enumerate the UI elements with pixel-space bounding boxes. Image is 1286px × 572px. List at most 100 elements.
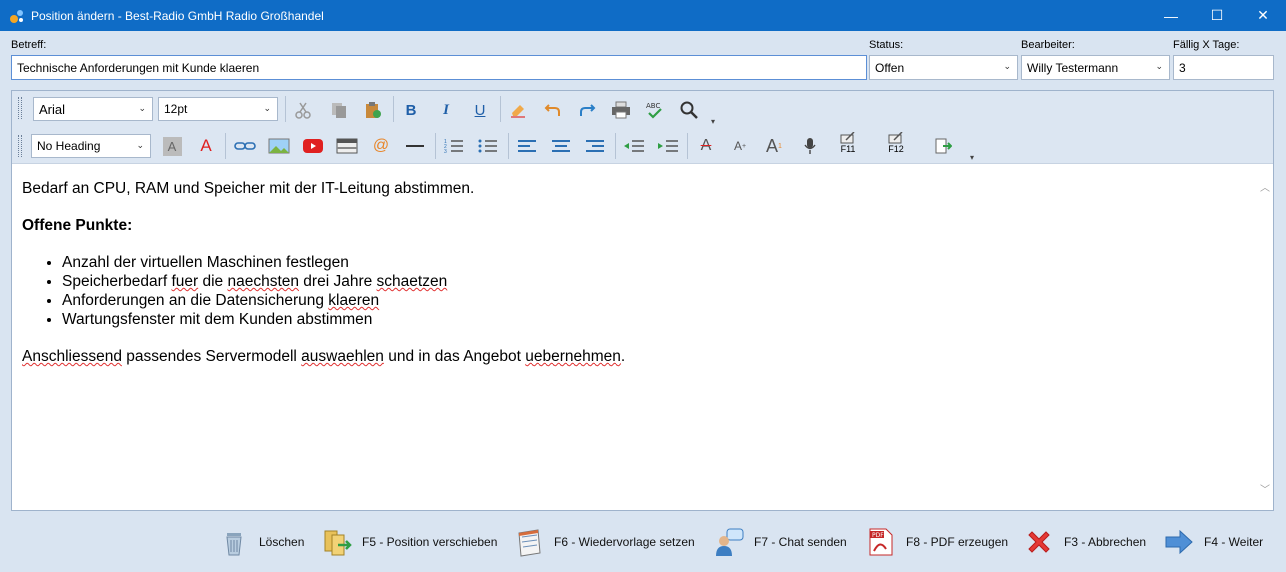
status-select[interactable]: Offen ⌄ (869, 55, 1018, 80)
due-value: 3 (1179, 61, 1186, 75)
search-icon[interactable] (677, 98, 701, 122)
paste-icon[interactable] (361, 98, 385, 122)
image-icon[interactable] (267, 134, 291, 158)
editor-value: Willy Testermann (1027, 61, 1119, 75)
highlight-color-icon: A (162, 136, 182, 156)
close-button[interactable]: ✕ (1240, 0, 1286, 31)
print-icon[interactable] (609, 98, 633, 122)
insert-icon[interactable] (931, 134, 955, 158)
resubmission-button[interactable]: F6 - Wiedervorlage setzen (514, 522, 695, 562)
toolbar-overflow-icon[interactable]: ▾ (711, 117, 715, 126)
text-run: Anforderungen an die Datensicherung (62, 292, 329, 309)
list-item: Anforderungen an die Datensicherung klae… (62, 291, 1252, 310)
f11-button[interactable]: F11 (836, 131, 860, 155)
scroll-up-icon[interactable]: ︿ (1260, 179, 1270, 194)
scroll-down-icon[interactable]: ﹀ (1260, 481, 1270, 496)
move-position-button[interactable]: F5 - Position verschieben (322, 522, 497, 562)
send-chat-button[interactable]: F7 - Chat senden (714, 522, 847, 562)
open-points-heading: Offene Punkte: (22, 217, 133, 234)
align-right-icon[interactable] (583, 134, 607, 158)
email-icon[interactable]: @ (369, 134, 393, 158)
maximize-button[interactable]: ☐ (1194, 0, 1240, 31)
chevron-down-icon: ⌄ (1003, 61, 1011, 71)
cancel-icon (1024, 527, 1054, 557)
font-name-value: Arial (39, 102, 66, 117)
minimize-button[interactable]: — (1148, 0, 1194, 31)
send-chat-label: F7 - Chat senden (754, 535, 847, 549)
text-run: . (620, 348, 626, 365)
delete-button[interactable]: Löschen (219, 522, 304, 562)
f12-button[interactable]: F12 (884, 131, 908, 155)
toolbar-separator (508, 133, 509, 159)
undo-icon[interactable] (541, 98, 565, 122)
due-label: Fällig X Tage: (1173, 39, 1240, 51)
toolbar-separator (393, 96, 394, 122)
strikethrough-button[interactable]: A (694, 134, 718, 158)
spellcheck-icon[interactable]: ABC (643, 98, 667, 122)
font-color-button[interactable]: A (194, 134, 218, 158)
toolbar-grip[interactable] (18, 97, 22, 119)
indent-icon[interactable] (655, 134, 679, 158)
chat-icon (714, 527, 744, 557)
italic-button[interactable]: I (434, 98, 458, 122)
toolbar-overflow-icon[interactable]: ▾ (970, 153, 974, 162)
calendar-icon (514, 527, 544, 557)
superscript-mark-icon: + (741, 142, 747, 150)
cancel-label: F3 - Abbrechen (1064, 535, 1147, 549)
superscript-button[interactable]: A + (728, 134, 752, 158)
heading-select[interactable]: No Heading ⌄ (31, 134, 151, 158)
text-run: passendes Servermodell (121, 348, 302, 365)
toolbar-grip[interactable] (18, 135, 22, 157)
youtube-icon[interactable] (301, 134, 325, 158)
list-item: Wartungsfenster mit dem Kunden abstimmen (62, 310, 1252, 329)
font-name-select[interactable]: Arial ⌄ (33, 97, 153, 121)
redo-icon[interactable] (575, 98, 599, 122)
status-value: Offen (875, 61, 905, 75)
table-icon[interactable] (335, 134, 359, 158)
move-position-label: F5 - Position verschieben (362, 535, 498, 549)
minimize-icon: — (1164, 7, 1178, 24)
arrow-right-icon (1164, 527, 1194, 557)
horizontal-rule-icon[interactable] (403, 134, 427, 158)
align-center-icon[interactable] (549, 134, 573, 158)
highlight-color-button[interactable]: A (160, 134, 184, 158)
copy-icon[interactable] (327, 98, 351, 122)
app-icon (9, 8, 25, 24)
create-pdf-button[interactable]: PDF F8 - PDF erzeugen (866, 522, 1008, 562)
link-icon[interactable] (233, 134, 257, 158)
due-input[interactable]: 3 (1173, 55, 1274, 80)
bold-button[interactable]: B (399, 98, 423, 122)
misspelled-word: fuer (171, 273, 199, 290)
superscript-icon: A (733, 139, 742, 153)
cancel-button[interactable]: F3 - Abbrechen (1024, 522, 1146, 562)
microphone-icon[interactable] (798, 134, 822, 158)
subscript-button[interactable]: A1 (762, 134, 786, 158)
numbered-list-icon[interactable]: 123 (442, 134, 466, 158)
underline-button[interactable]: U (468, 98, 492, 122)
outdent-icon[interactable] (621, 134, 645, 158)
subject-input[interactable]: Technische Anforderungen mit Kunde klaer… (11, 55, 867, 80)
editor-label: Bearbeiter: (1021, 39, 1075, 51)
toolbar-separator (687, 133, 688, 159)
rich-text-editor: Arial ⌄ 12pt ⌄ B I U ABC ▾ No Heading ⌄ A A… (11, 90, 1274, 511)
editor-content[interactable]: Bedarf an CPU, RAM und Speicher mit der … (22, 179, 1252, 384)
misspelled-word: naechsten (227, 273, 299, 290)
subject-value: Technische Anforderungen mit Kunde klaer… (17, 61, 260, 75)
close-icon: ✕ (1257, 7, 1269, 23)
toolbar-separator (435, 133, 436, 159)
svg-text:ABC: ABC (646, 102, 660, 110)
open-points-list: Anzahl der virtuellen Maschinen festlege… (62, 253, 1252, 329)
font-size-select[interactable]: 12pt ⌄ (158, 97, 278, 121)
cut-icon[interactable] (291, 98, 315, 122)
next-button[interactable]: F4 - Weiter (1164, 522, 1263, 562)
align-left-icon[interactable] (515, 134, 539, 158)
title-bar: Position ändern - Best-Radio GmbH Radio … (0, 0, 1286, 31)
status-label: Status: (869, 39, 904, 51)
eraser-icon[interactable] (506, 98, 530, 122)
vertical-scrollbar[interactable]: ︿ ﹀ (1256, 165, 1273, 510)
maximize-icon: ☐ (1210, 7, 1224, 23)
heading-value: No Heading (37, 139, 101, 153)
editor-select[interactable]: Willy Testermann ⌄ (1021, 55, 1170, 80)
bulleted-list-icon[interactable] (476, 134, 500, 158)
font-size-value: 12pt (164, 102, 188, 116)
